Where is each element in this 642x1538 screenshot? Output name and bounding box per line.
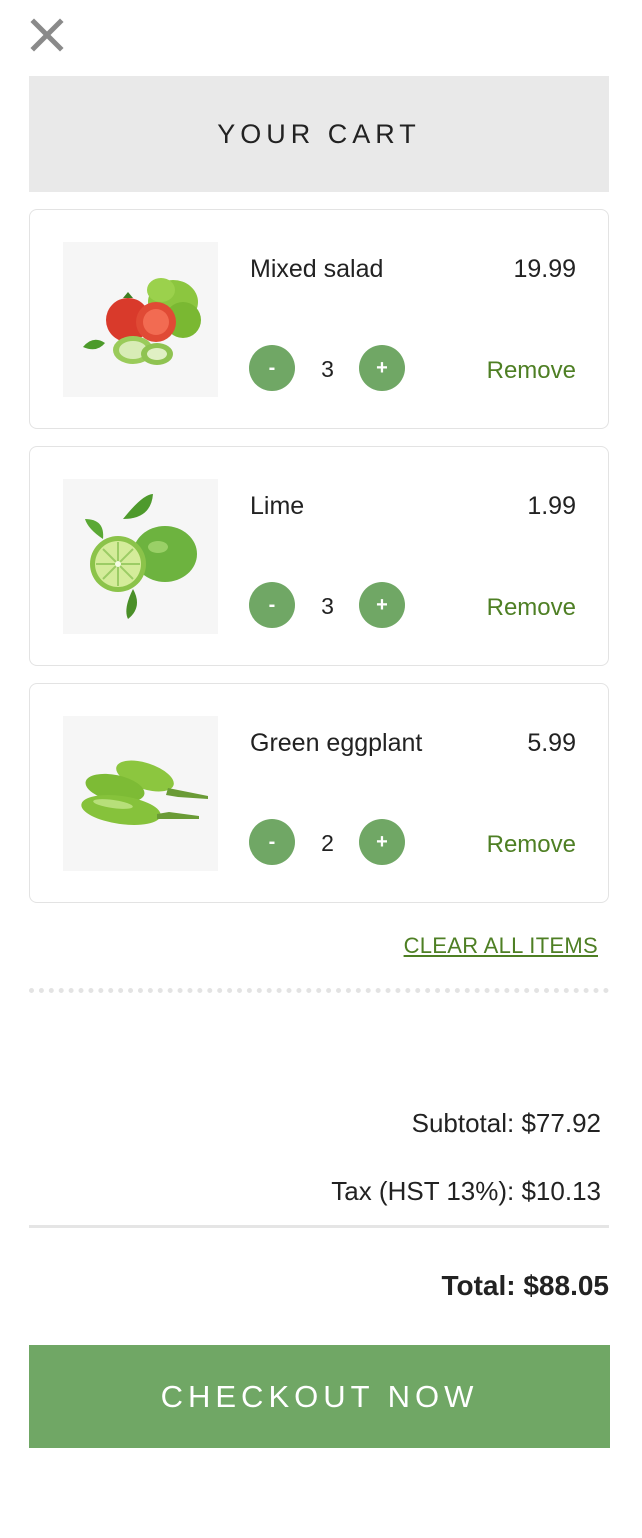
close-icon: [30, 18, 64, 52]
remove-item-link[interactable]: Remove: [487, 594, 576, 622]
tax-text: Tax (HST 13%): $10.13: [331, 1176, 601, 1206]
product-image-lime: [63, 479, 218, 634]
cart-item-mixed-salad: Mixed salad 19.99 - 3 + Remove: [29, 209, 609, 429]
decrease-quantity-button[interactable]: -: [249, 345, 295, 391]
lime-image: [63, 479, 218, 634]
subtotal-text: Subtotal: $77.92: [411, 1108, 601, 1138]
remove-item-link[interactable]: Remove: [487, 831, 576, 859]
increase-quantity-button[interactable]: +: [359, 819, 405, 865]
decrease-quantity-button[interactable]: -: [249, 819, 295, 865]
product-image-green-eggplant: [63, 716, 218, 871]
item-price: 19.99: [513, 255, 576, 283]
cart-header: YOUR CART: [29, 76, 609, 192]
decrease-quantity-button[interactable]: -: [249, 582, 295, 628]
dotted-divider: [29, 988, 609, 993]
clear-all-items-link[interactable]: CLEAR ALL ITEMS: [404, 933, 598, 959]
summary-divider: [29, 1225, 609, 1228]
quantity-value: 3: [321, 593, 334, 619]
total-text: Total: $88.05: [441, 1270, 609, 1301]
item-name: Mixed salad: [250, 255, 384, 283]
increase-quantity-button[interactable]: +: [359, 582, 405, 628]
quantity-value: 2: [321, 830, 334, 856]
increase-quantity-button[interactable]: +: [359, 345, 405, 391]
item-price: 1.99: [527, 492, 576, 520]
page-title: YOUR CART: [217, 118, 421, 149]
close-button[interactable]: [30, 18, 64, 52]
quantity-value: 3: [321, 356, 334, 382]
remove-item-link[interactable]: Remove: [487, 357, 576, 385]
item-name: Green eggplant: [250, 729, 423, 757]
cart-items-list: Mixed salad 19.99 - 3 + Remove Lime 1.99…: [29, 209, 609, 920]
cart-item-green-eggplant: Green eggplant 5.99 - 2 + Remove: [29, 683, 609, 903]
checkout-button[interactable]: CHECKOUT NOW: [29, 1345, 610, 1448]
item-name: Lime: [250, 492, 305, 520]
green-eggplant-image: [63, 716, 218, 871]
product-image-mixed-salad: [63, 242, 218, 397]
mixed-salad-image: [63, 242, 218, 397]
item-price: 5.99: [527, 729, 576, 757]
cart-item-lime: Lime 1.99 - 3 + Remove: [29, 446, 609, 666]
